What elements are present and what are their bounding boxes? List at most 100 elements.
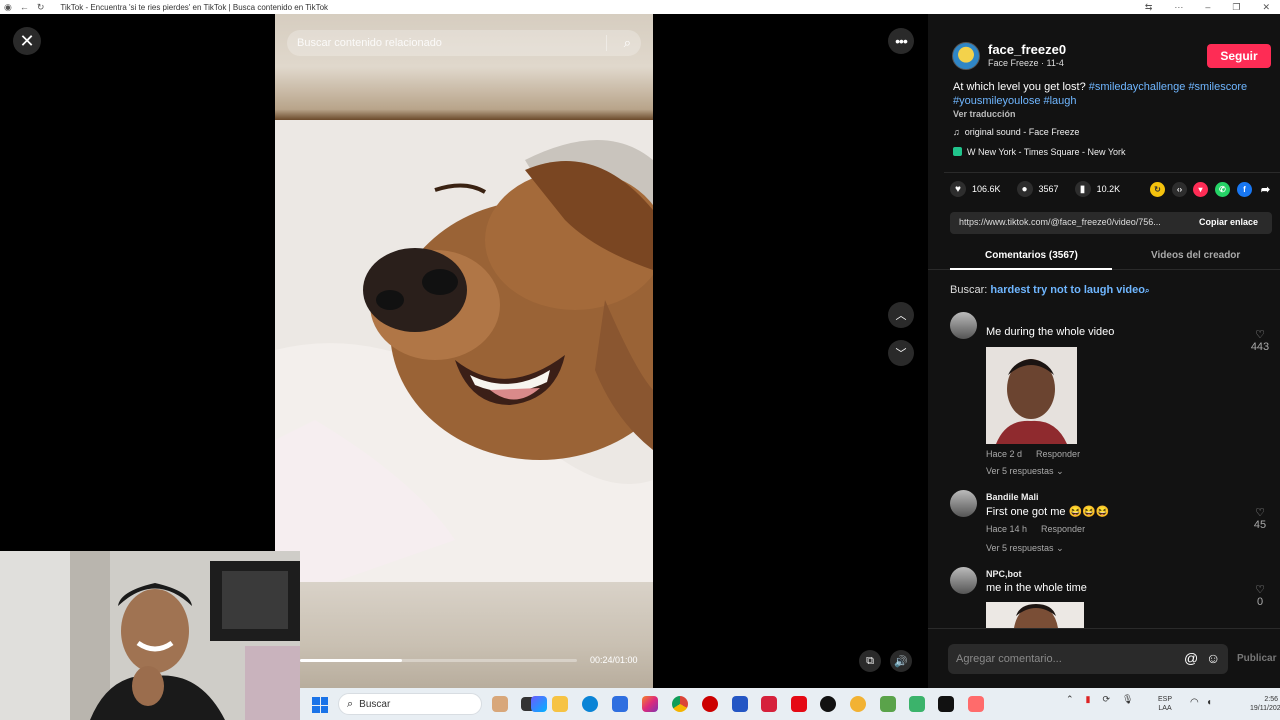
commenter-avatar[interactable] [950, 490, 977, 517]
chrome-icon[interactable] [672, 696, 688, 712]
commenter-name[interactable]: NPC,bot [986, 569, 1022, 579]
file-explorer-icon[interactable] [552, 696, 568, 712]
capcut-icon[interactable] [761, 696, 777, 712]
back-icon[interactable]: ← [20, 2, 29, 13]
sound-name: original sound - Face Freeze [964, 127, 1080, 137]
location-name: W New York - Times Square - New York [967, 147, 1126, 157]
clock[interactable]: 2:56 19/11/2025 [1250, 695, 1280, 713]
comment-image[interactable] [986, 347, 1077, 444]
related-search-input[interactable]: Buscar contenido relacionado [297, 37, 442, 49]
edge-icon[interactable] [582, 696, 598, 712]
location-link[interactable]: W New York - Times Square - New York [953, 147, 1126, 157]
heart-outline-icon: ♡ [1255, 507, 1265, 519]
wifi-icon[interactable]: ◠ [1190, 697, 1199, 708]
hashtag-link[interactable]: #smiledaychallenge [1089, 81, 1186, 93]
emoji-icon[interactable]: ☺ [1206, 650, 1220, 666]
speaker-icon[interactable]: ◖ [1206, 697, 1212, 708]
copy-link-button[interactable]: Copiar enlace [1199, 217, 1258, 227]
comment-text: Me during the whole video [986, 326, 1115, 338]
bookmark-icon: ▮ [1074, 181, 1091, 197]
floating-player-button[interactable]: ⧉ [859, 650, 881, 672]
video-player[interactable]: Buscar contenido relacionado ⌕ [275, 14, 653, 688]
tray-app-icon[interactable]: ▮ [1086, 694, 1091, 705]
taskbar-search[interactable]: ⌕ Buscar [338, 693, 482, 715]
video-progress-bar[interactable] [300, 659, 577, 662]
windows-start-icon[interactable] [312, 697, 328, 713]
search-divider [606, 35, 607, 51]
hashtag-link[interactable]: #laugh [1044, 95, 1077, 107]
restore-icon[interactable]: ❐ [1232, 2, 1240, 13]
view-replies-link[interactable]: Ver 5 respuestas ⌄ [986, 543, 1064, 554]
app-u-icon[interactable] [820, 696, 836, 712]
copilot-icon[interactable] [531, 696, 547, 712]
comment-like[interactable]: ♡ 0 [1248, 583, 1272, 608]
video-link[interactable]: https://www.tiktok.com/@face_freeze0/vid… [959, 217, 1184, 227]
vpn-icon[interactable] [732, 696, 748, 712]
tab-creator-videos[interactable]: Videos del creador [1151, 250, 1240, 261]
see-translation-link[interactable]: Ver traducción [953, 109, 1016, 119]
reload-icon[interactable]: ↻ [37, 2, 45, 13]
minimize-icon[interactable]: – [1205, 2, 1210, 12]
close-video-button[interactable]: ✕ [13, 27, 41, 55]
instagram-icon[interactable] [642, 696, 658, 712]
repost-icon[interactable]: ↻ [1150, 182, 1165, 197]
more-options-button[interactable]: ••• [888, 28, 914, 54]
facebook-icon[interactable]: f [1237, 182, 1252, 197]
send-icon[interactable]: ▾ [1193, 182, 1208, 197]
comment-action[interactable]: ● 3567 [1016, 181, 1059, 197]
app-green-icon[interactable] [909, 696, 925, 712]
app-v-icon[interactable] [880, 696, 896, 712]
reply-link[interactable]: Responder [1041, 524, 1085, 534]
previous-video-button[interactable]: ︿ [888, 302, 914, 328]
tiktok-icon[interactable] [938, 696, 954, 712]
hashtag-link[interactable]: #yousmileyoulose [953, 95, 1040, 107]
commenter-avatar[interactable] [950, 567, 977, 594]
close-icon: ✕ [19, 30, 35, 51]
search-icon[interactable]: ⌕ [624, 35, 631, 51]
whatsapp-icon[interactable]: ✆ [1215, 182, 1230, 197]
netflix-icon[interactable] [791, 696, 807, 712]
store-icon[interactable] [612, 696, 628, 712]
save-action[interactable]: ▮ 10.2K [1074, 181, 1120, 197]
comment-image[interactable] [986, 602, 1084, 628]
close-window-icon[interactable]: ✕ [1262, 2, 1270, 13]
related-search-bar[interactable]: Buscar contenido relacionado ⌕ [287, 30, 641, 56]
creator-username[interactable]: face_freeze0 [988, 42, 1066, 57]
hashtag-link[interactable]: #smilescore [1188, 81, 1247, 93]
related-search-suggestion[interactable]: Buscar: hardest try not to laugh video⌕ [950, 284, 1149, 296]
microphone-icon[interactable]: 🎙 [1122, 694, 1133, 705]
embed-icon[interactable]: ‹› [1172, 182, 1187, 197]
app-circle-icon[interactable] [850, 696, 866, 712]
app-pink-icon[interactable] [968, 696, 984, 712]
chevron-up-icon[interactable]: ⌃ [1066, 694, 1074, 705]
reply-link[interactable]: Responder [1036, 449, 1080, 459]
view-replies-link[interactable]: Ver 5 respuestas ⌄ [986, 466, 1064, 477]
volume-button[interactable]: 🔊 [890, 650, 912, 672]
commenter-avatar[interactable] [950, 312, 977, 339]
creator-avatar[interactable] [952, 42, 980, 70]
comment-input-box[interactable]: Agregar comentario... @ ☺ [948, 644, 1228, 674]
opera-icon[interactable] [702, 696, 718, 712]
app-icon[interactable] [492, 696, 508, 712]
next-video-button[interactable]: ﹀ [888, 340, 914, 366]
comment-input[interactable]: Agregar comentario... [956, 653, 1062, 665]
tab-comments[interactable]: Comentarios (3567) [985, 250, 1078, 261]
language-indicator[interactable]: ESP LAA [1158, 695, 1172, 713]
comment-like[interactable]: ♡ 45 [1248, 506, 1272, 531]
post-caption: At which level you get lost? #smiledaych… [953, 80, 1273, 108]
more-icon[interactable]: ··· [1174, 2, 1183, 12]
portrait-image [986, 602, 1084, 628]
sound-link[interactable]: ♫ original sound - Face Freeze [953, 127, 1079, 137]
search-small-icon: ⌕ [1144, 286, 1150, 295]
translate-icon[interactable]: ⇆ [1145, 2, 1153, 13]
comment-like[interactable]: ♡ 443 [1248, 328, 1272, 353]
comment-like-count: 0 [1256, 596, 1264, 608]
publish-button[interactable]: Publicar [1237, 653, 1276, 664]
tray-sync-icon[interactable]: ⟳ [1103, 694, 1111, 705]
follow-button[interactable]: Seguir [1207, 44, 1271, 68]
commenter-name[interactable]: Bandile Mali [986, 492, 1039, 502]
mention-icon[interactable]: @ [1184, 650, 1198, 666]
search-query[interactable]: hardest try not to laugh video [990, 284, 1145, 296]
like-action[interactable]: ♥ 106.6K [950, 181, 1001, 197]
share-arrow-icon[interactable]: ➦ [1258, 182, 1273, 197]
